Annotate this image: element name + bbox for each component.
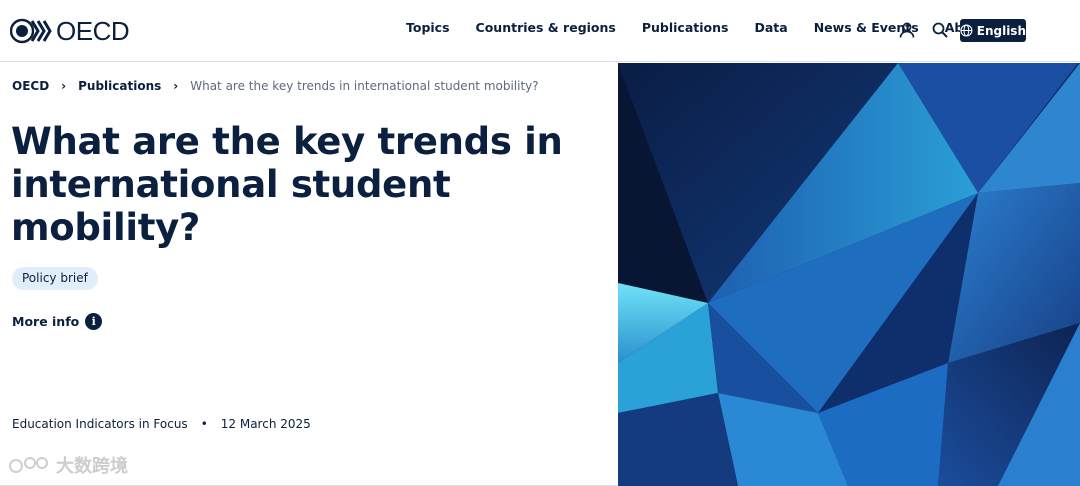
oecd-logo-text: OECD bbox=[56, 15, 130, 46]
nav-data[interactable]: Data bbox=[754, 20, 787, 35]
language-button[interactable]: English bbox=[960, 19, 1026, 42]
page: OECD Topics Countries & regions Publicat… bbox=[0, 0, 1080, 486]
oecd-logo-icon bbox=[10, 18, 52, 44]
publication-date: 12 March 2025 bbox=[220, 417, 311, 431]
chevron-right-icon: › bbox=[173, 79, 179, 93]
user-icon[interactable] bbox=[898, 21, 916, 39]
watermark-text: 大数跨境 bbox=[56, 456, 128, 477]
breadcrumb-publications[interactable]: Publications bbox=[78, 79, 161, 93]
more-info-label: More info bbox=[12, 314, 80, 329]
breadcrumb: OECD › Publications › What are the key t… bbox=[12, 79, 539, 93]
globe-icon bbox=[960, 24, 973, 37]
chevron-right-icon: › bbox=[61, 79, 67, 93]
nav-topics[interactable]: Topics bbox=[406, 20, 450, 35]
search-icon[interactable] bbox=[931, 21, 949, 39]
language-label: English bbox=[976, 23, 1026, 38]
watermark-logo-icon bbox=[9, 457, 48, 473]
separator-dot: • bbox=[200, 417, 208, 431]
series-name: Education Indicators in Focus bbox=[12, 417, 188, 431]
breadcrumb-oecd[interactable]: OECD bbox=[12, 79, 49, 93]
oecd-logo[interactable]: OECD bbox=[10, 15, 130, 46]
breadcrumb-current: What are the key trends in international… bbox=[190, 79, 539, 93]
hero-polygon-image bbox=[618, 63, 1080, 486]
publication-meta: Education Indicators in Focus • 12 March… bbox=[12, 417, 311, 431]
watermark: 大数跨境 bbox=[8, 452, 128, 478]
nav-countries-regions[interactable]: Countries & regions bbox=[476, 20, 616, 35]
content-type-badge: Policy brief bbox=[12, 267, 98, 290]
info-icon: i bbox=[85, 313, 103, 330]
page-title: What are the key trends in international… bbox=[11, 120, 563, 249]
nav-publications[interactable]: Publications bbox=[642, 20, 729, 35]
site-header: OECD Topics Countries & regions Publicat… bbox=[0, 0, 1080, 62]
more-info-button[interactable]: More info i bbox=[12, 313, 103, 330]
